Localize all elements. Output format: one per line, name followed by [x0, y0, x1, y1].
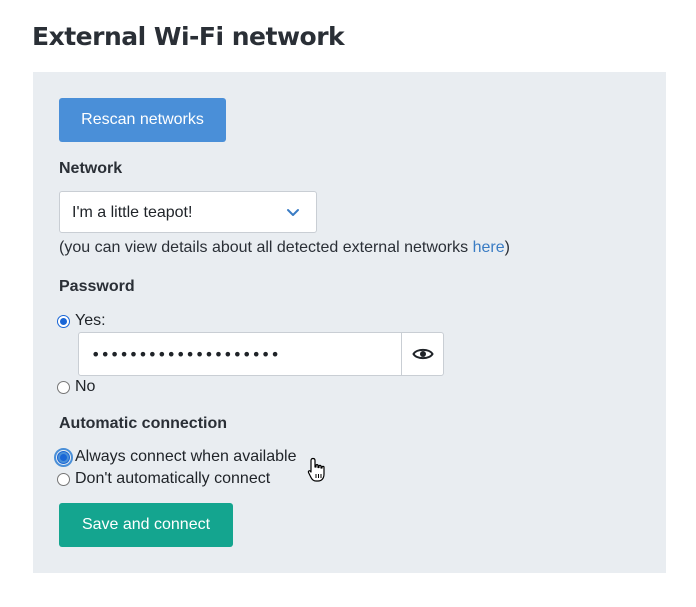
password-no-label: No — [75, 378, 96, 395]
auto-connect-label: Automatic connection — [59, 415, 228, 432]
auto-connect-never-radio[interactable] — [57, 472, 70, 486]
network-select[interactable]: I'm a little teapot! — [59, 191, 317, 233]
auto-connect-always-option[interactable]: Always connect when available — [54, 447, 297, 467]
network-hint-suffix: ) — [504, 239, 510, 256]
password-yes-option[interactable]: Yes: — [57, 312, 106, 330]
password-yes-radio[interactable] — [57, 314, 70, 328]
password-field-group — [78, 332, 444, 376]
network-details-link[interactable]: here — [473, 239, 505, 256]
hand-cursor-icon — [307, 457, 325, 482]
wifi-settings-panel: Rescan networks Network I'm a little tea… — [33, 72, 666, 573]
network-label: Network — [59, 160, 123, 177]
auto-connect-always-label: Always connect when available — [75, 448, 297, 465]
password-divider — [401, 333, 402, 375]
page-title: External Wi-Fi network — [32, 22, 345, 51]
network-hint-prefix: (you can view details about all detected… — [59, 239, 473, 256]
password-input[interactable] — [79, 333, 401, 375]
password-yes-label: Yes: — [75, 312, 106, 329]
auto-connect-never-label: Don't automatically connect — [75, 470, 271, 487]
save-and-connect-button[interactable]: Save and connect — [59, 503, 233, 547]
auto-connect-always-radio[interactable] — [54, 447, 73, 467]
network-hint: (you can view details about all detected… — [59, 239, 510, 257]
eye-icon[interactable] — [412, 345, 434, 363]
rescan-networks-button[interactable]: Rescan networks — [59, 98, 226, 142]
password-no-option[interactable]: No — [57, 378, 95, 396]
auto-connect-never-option[interactable]: Don't automatically connect — [57, 470, 270, 488]
password-label: Password — [59, 278, 135, 295]
chevron-down-icon — [287, 209, 299, 216]
password-no-radio[interactable] — [57, 380, 70, 394]
network-select-value: I'm a little teapot! — [72, 204, 193, 221]
